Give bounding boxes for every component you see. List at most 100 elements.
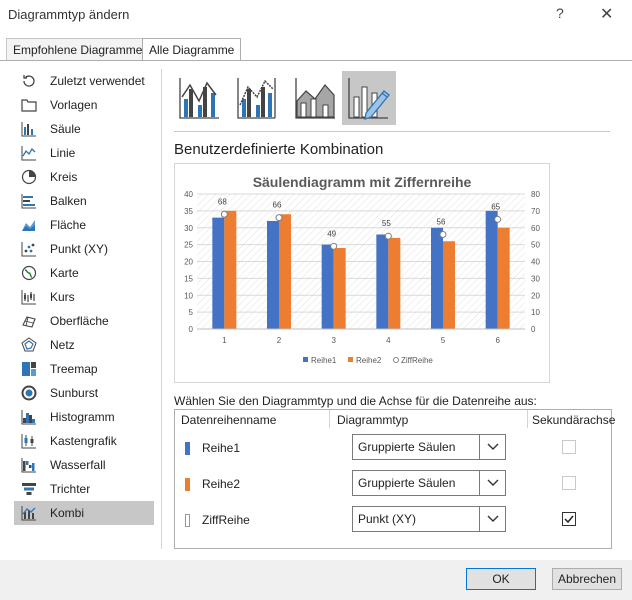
x-tick-label: 4	[386, 336, 391, 345]
series-name: Reihe1	[202, 441, 241, 455]
sidebar-item-label: Karte	[50, 266, 79, 280]
bar-reihe2	[443, 241, 455, 329]
y2-tick-label: 70	[531, 207, 540, 216]
secondary-axis-checkbox[interactable]	[562, 476, 576, 490]
box-whisker-icon	[20, 433, 38, 449]
bar-reihe1	[485, 210, 498, 329]
bar-reihe2	[333, 248, 346, 329]
series-row-ziffreihe: ZiffReihe Punkt (XY)	[175, 502, 613, 538]
sidebar-item-column[interactable]: Säule	[14, 117, 154, 141]
sidebar-item-line[interactable]: Linie	[14, 141, 154, 165]
sidebar-item-recent[interactable]: Zuletzt verwendet	[14, 69, 154, 93]
series-color-swatch	[185, 442, 190, 455]
y2-tick-label: 20	[531, 291, 540, 300]
secondary-axis-checkbox[interactable]	[562, 440, 576, 454]
y2-tick-label: 80	[531, 190, 540, 199]
chart-type-dropdown[interactable]: Gruppierte Säulen	[352, 434, 506, 460]
tab-bar: Empfohlene Diagramme Alle Diagramme	[0, 30, 632, 60]
chart-type-list: Zuletzt verwendet Vorlagen Säule Linie K…	[14, 69, 154, 525]
series-name: ZiffReihe	[202, 513, 250, 527]
sidebar-item-label: Trichter	[50, 482, 91, 496]
combo-chart-icon	[20, 505, 38, 521]
bar-reihe2	[497, 227, 510, 329]
legend-label: ZiffReihe	[401, 356, 433, 365]
sidebar-item-label: Histogramm	[50, 410, 115, 424]
sidebar-item-label: Treemap	[50, 362, 98, 376]
combo-clustered-column-line-icon[interactable]	[174, 71, 224, 125]
sidebar-item-surface[interactable]: Oberfläche	[14, 309, 154, 333]
y2-tick-label: 0	[531, 325, 536, 334]
sidebar-item-label: Zuletzt verwendet	[50, 74, 145, 88]
sidebar-item-templates[interactable]: Vorlagen	[14, 93, 154, 117]
sunburst-icon	[20, 385, 38, 401]
combo-column-line-secondary-icon[interactable]	[232, 71, 282, 125]
y-tick-label: 25	[184, 241, 193, 250]
chevron-down-icon[interactable]	[479, 435, 505, 459]
y-tick-label: 15	[184, 274, 193, 283]
data-label: 65	[491, 202, 500, 211]
series-config-table: Datenreihenname Diagrammtyp Sekundärachs…	[174, 409, 615, 549]
sidebar-item-label: Kombi	[50, 506, 85, 520]
bar-reihe1	[376, 234, 389, 329]
sidebar-item-combo[interactable]: Kombi	[14, 501, 154, 525]
series-color-swatch	[185, 478, 190, 491]
variants-separator	[174, 131, 610, 132]
combo-custom-icon[interactable]	[342, 71, 396, 125]
combo-area-column-icon[interactable]	[290, 71, 340, 125]
sidebar-item-treemap[interactable]: Treemap	[14, 357, 154, 381]
y-tick-label: 0	[189, 325, 194, 334]
chevron-down-icon[interactable]	[479, 471, 505, 495]
chart-type-value: Punkt (XY)	[358, 512, 417, 526]
sidebar-item-waterfall[interactable]: Wasserfall	[14, 453, 154, 477]
sidebar-item-area[interactable]: Fläche	[14, 213, 154, 237]
x-tick-label: 3	[331, 336, 336, 345]
x-tick-label: 2	[277, 336, 282, 345]
tab-recommended-charts[interactable]: Empfohlene Diagramme	[6, 38, 150, 60]
recent-icon	[20, 73, 38, 89]
series-color-swatch	[185, 514, 190, 527]
y-tick-label: 5	[189, 308, 194, 317]
x-tick-label: 5	[441, 336, 446, 345]
help-button[interactable]: ?	[556, 5, 564, 21]
bar-reihe1	[431, 227, 443, 329]
sidebar-item-radar[interactable]: Netz	[14, 333, 154, 357]
bar-reihe1	[212, 217, 225, 329]
chevron-down-icon[interactable]	[479, 507, 505, 531]
sidebar-item-stock[interactable]: Kurs	[14, 285, 154, 309]
chart-type-dropdown[interactable]: Punkt (XY)	[352, 506, 506, 532]
chart-type-dropdown[interactable]: Gruppierte Säulen	[352, 470, 506, 496]
data-label: 56	[437, 218, 446, 227]
sidebar-item-label: Netz	[50, 338, 75, 352]
bar-reihe2	[388, 237, 401, 329]
tab-all-charts[interactable]: Alle Diagramme	[142, 38, 242, 60]
chart-type-value: Gruppierte Säulen	[358, 440, 456, 454]
sidebar-item-bar[interactable]: Balken	[14, 189, 154, 213]
secondary-axis-checkbox[interactable]	[562, 512, 576, 526]
sidebar-item-map[interactable]: Karte	[14, 261, 154, 285]
sidebar-item-pie[interactable]: Kreis	[14, 165, 154, 189]
ok-button[interactable]: OK	[466, 568, 536, 590]
data-label: 68	[218, 197, 227, 206]
cancel-button[interactable]: Abbrechen	[552, 568, 622, 590]
sidebar-item-label: Linie	[50, 146, 76, 160]
y2-tick-label: 10	[531, 308, 540, 317]
sidebar-item-label: Kreis	[50, 170, 78, 184]
series-prompt: Wählen Sie den Diagrammtyp und die Achse…	[174, 394, 537, 408]
legend-label: Reihe1	[311, 356, 337, 365]
close-button[interactable]: ✕	[600, 4, 613, 24]
scatter-point	[275, 214, 283, 222]
sidebar-item-histogram[interactable]: Histogramm	[14, 405, 154, 429]
y-tick-label: 20	[184, 258, 193, 267]
series-row-reihe1: Reihe1 Gruppierte Säulen	[175, 430, 613, 466]
sidebar-item-funnel[interactable]: Trichter	[14, 477, 154, 501]
sidebar-item-label: Vorlagen	[50, 98, 98, 112]
scatter-point	[330, 242, 338, 250]
header-divider	[329, 410, 330, 428]
scatter-point	[384, 232, 392, 240]
sidebar-item-sunburst[interactable]: Sunburst	[14, 381, 154, 405]
surface-chart-icon	[20, 313, 38, 329]
scatter-point	[494, 215, 502, 223]
sidebar-item-scatter[interactable]: Punkt (XY)	[14, 237, 154, 261]
data-label: 55	[382, 219, 391, 228]
sidebar-item-box-whisker[interactable]: Kastengrafik	[14, 429, 154, 453]
